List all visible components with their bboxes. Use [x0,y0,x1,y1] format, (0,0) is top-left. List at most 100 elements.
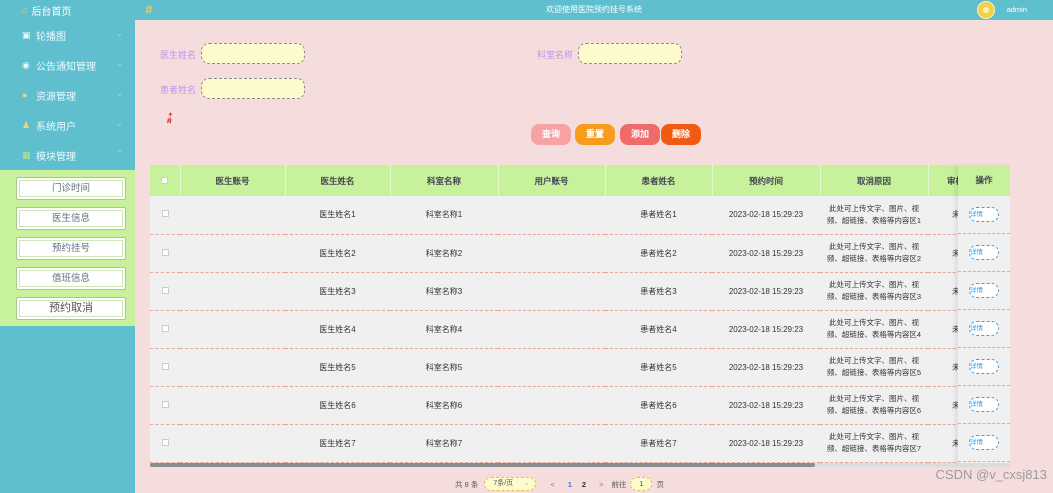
row-select-cell[interactable] [150,348,180,387]
operation-column: 操作 详情 详情 详情 详情 详情 详情 详情 [958,165,1010,465]
main-content: 医生姓名 科室名称 患者姓名 ➶ 查询 重置 添加 删除 医生账号 医生姓名 科… [135,20,1053,493]
cell-review-status: 未审核 [928,196,958,235]
cell-appointment-time: 2023-02-18 15:29:23 [712,424,820,463]
cell-cancel-reason: 此处可上传文字、图片、视频、超链接、表格等内容区3 [820,272,928,311]
row-select-cell[interactable] [150,310,180,349]
username[interactable]: admin [1007,5,1027,14]
chevron-down-icon: ⌄ [116,89,123,98]
cell-doctor-account [180,386,285,425]
sidebar-item-label: 系统用户 [36,121,76,133]
cell-doctor-name: 医生姓名1 [285,196,390,235]
detail-button[interactable]: 详情 [969,321,999,336]
page-number[interactable]: 1 [568,480,572,489]
reset-button[interactable]: 重置 [575,124,615,145]
cell-patient-name: 患者姓名1 [605,196,712,235]
col-operation: 操作 [958,165,1010,196]
submenu-clinic-time[interactable]: 门诊时间 [16,177,126,200]
add-button[interactable]: 添加 [620,124,660,145]
table-header-row: 医生账号 医生姓名 科室名称 用户账号 患者姓名 预约时间 取消原因 审核状态 [150,165,958,196]
goto-page-input[interactable]: 1 [630,477,653,491]
cell-user-account [498,424,605,463]
cell-doctor-account [180,234,285,273]
sidebar-item-notice[interactable]: ◉ 公告通知管理 ⌄ [0,50,135,80]
next-page-button[interactable]: > [599,480,603,489]
sidebar-item-users[interactable]: ♟ 系统用户 ⌄ [0,110,135,140]
chevron-down-icon: ⌄ [523,480,530,487]
row-select-cell[interactable] [150,234,180,273]
detail-button[interactable]: 详情 [969,397,999,412]
home-icon: ⌂ [22,5,28,15]
row-checkbox[interactable] [161,362,169,370]
prev-page-button[interactable]: < [550,480,554,489]
row-select-cell[interactable] [150,424,180,463]
appointment-table: 医生账号 医生姓名 科室名称 用户账号 患者姓名 预约时间 取消原因 审核状态 … [150,165,958,465]
page-size-value: 7条/页 [493,480,514,487]
table-row: 医生姓名2 科室名称2 患者姓名2 2023-02-18 15:29:23 此处可上传文… [150,234,958,273]
cell-patient-name: 患者姓名5 [605,348,712,387]
table-row: 医生姓名1 科室名称1 患者姓名1 2023-02-18 15:29:23 此处可上传文… [150,196,958,235]
row-checkbox[interactable] [161,286,169,294]
detail-button[interactable]: 详情 [969,245,999,260]
cell-doctor-account [180,272,285,311]
cell-user-account [498,348,605,387]
cell-doctor-account [180,310,285,349]
cell-patient-name: 患者姓名7 [605,424,712,463]
cell-dept-name: 科室名称4 [390,310,498,349]
sidebar-item-resource[interactable]: ● 资源管理 ⌄ [0,80,135,110]
submenu-appointment[interactable]: 预约挂号 [16,237,126,260]
sidebar-item-module[interactable]: ▦ 模块管理 ⌃ [0,140,135,170]
col-cancel-reason: 取消原因 [820,165,929,196]
select-all-cell[interactable] [150,165,181,196]
table-row: 医生姓名7 科室名称7 患者姓名7 2023-02-18 15:29:23 此处可上传文… [150,424,958,463]
cell-cancel-reason: 此处可上传文字、图片、视频、超链接、表格等内容区5 [820,348,928,387]
cell-review-status: 未审核 [928,348,958,387]
cell-doctor-account [180,196,285,235]
detail-button[interactable]: 详情 [969,359,999,374]
sidebar-item-label: 公告通知管理 [36,61,96,73]
row-select-cell[interactable] [150,386,180,425]
row-checkbox[interactable] [161,210,169,218]
col-patient-name: 患者姓名 [605,165,713,196]
notice-icon: ◉ [22,59,30,70]
horizontal-scrollbar[interactable] [150,463,1010,467]
detail-button[interactable]: 详情 [969,435,999,450]
sidebar-item-label: 轮播图 [36,31,66,43]
table-row: 医生姓名5 科室名称5 患者姓名5 2023-02-18 15:29:23 此处可上传文… [150,348,958,387]
page-size-select[interactable]: 7条/页 ⌄ [484,477,537,491]
delete-button[interactable]: 删除 [661,124,701,145]
cell-cancel-reason: 此处可上传文字、图片、视频、超链接、表格等内容区4 [820,310,928,349]
select-all-checkbox[interactable] [161,176,169,184]
table-row: 医生姓名3 科室名称3 患者姓名3 2023-02-18 15:29:23 此处可上传文… [150,272,958,311]
detail-button[interactable]: 详情 [969,283,999,298]
submenu-doctor-info[interactable]: 医生信息 [16,207,126,230]
sidebar-home[interactable]: ⌂ 后台首页 [0,0,135,20]
submenu-appointment-cancel[interactable]: 预约取消 [16,297,126,320]
avatar[interactable] [977,1,995,19]
module-icon: ▦ [22,149,31,160]
cell-doctor-account [180,424,285,463]
sidebar-home-label: 后台首页 [31,6,72,18]
query-button[interactable]: 查询 [531,124,571,145]
submenu-duty-info[interactable]: 值班信息 [16,267,126,290]
patient-name-label: 患者姓名 [160,85,197,95]
cell-dept-name: 科室名称5 [390,348,498,387]
patient-name-input[interactable] [201,78,305,99]
cell-dept-name: 科室名称1 [390,196,498,235]
cell-doctor-name: 医生姓名7 [285,424,390,463]
row-select-cell[interactable] [150,196,180,235]
col-appointment-time: 预约时间 [712,165,821,196]
doctor-name-input[interactable] [201,43,305,64]
operation-cell: 详情 [958,348,1010,386]
dept-name-input[interactable] [578,43,682,64]
sidebar-item-carousel[interactable]: ▣ 轮播图 ⌄ [0,20,135,50]
row-checkbox[interactable] [161,324,169,332]
rocket-icon: ➶ [159,107,181,130]
row-select-cell[interactable] [150,272,180,311]
row-checkbox[interactable] [161,248,169,256]
page-number[interactable]: 2 [582,480,586,489]
row-checkbox[interactable] [161,400,169,408]
detail-button[interactable]: 详情 [969,207,999,222]
sidebar-item-label: 资源管理 [36,91,76,103]
scrollbar-thumb[interactable] [150,463,815,467]
row-checkbox[interactable] [161,438,169,446]
